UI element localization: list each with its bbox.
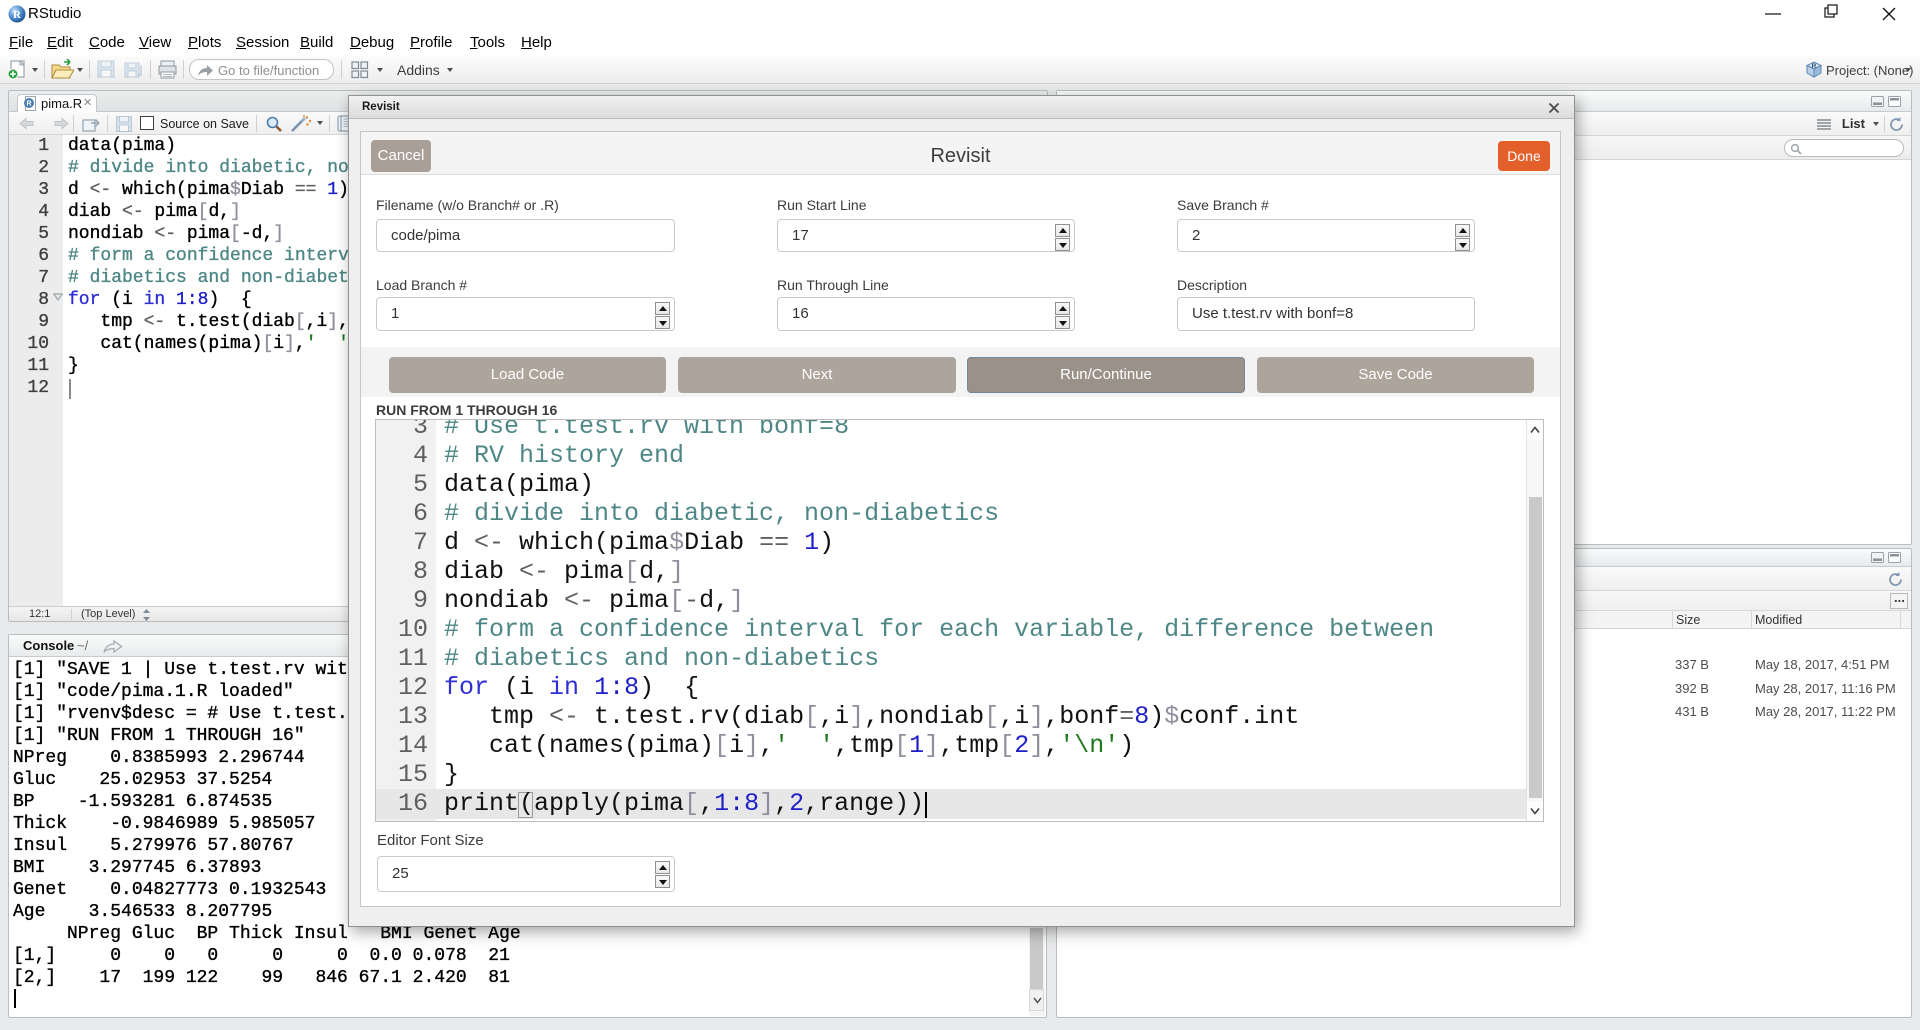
svg-text:R: R	[13, 9, 22, 21]
svg-text:R: R	[26, 101, 31, 108]
svg-text:R: R	[1812, 63, 1817, 70]
